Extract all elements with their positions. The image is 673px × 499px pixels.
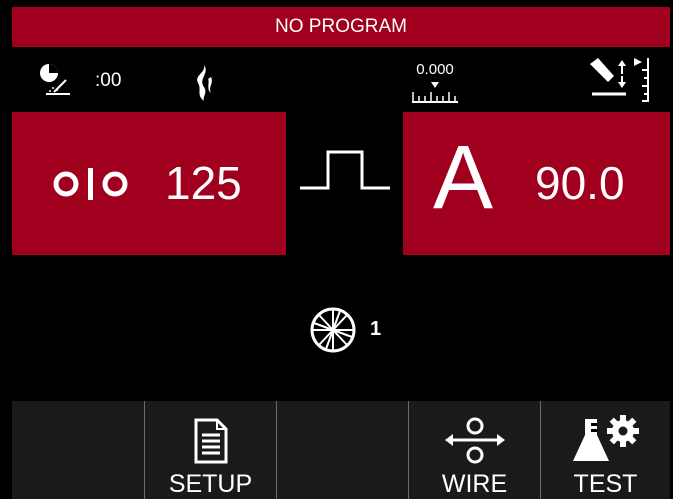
document-icon [193, 417, 229, 465]
wire-feed-speed-panel[interactable]: 125 [12, 112, 286, 255]
test-label: TEST [573, 470, 638, 498]
wire-feed-icon [443, 417, 507, 465]
blank-button-2[interactable] [276, 401, 408, 499]
gauge-value: 0.000 [416, 61, 454, 78]
spool-icon [309, 306, 357, 354]
setup-button[interactable]: SETUP [144, 401, 276, 499]
wire-feed-speed-icon [52, 164, 132, 204]
wire-label: WIRE [441, 470, 508, 498]
setup-label: SETUP [168, 470, 253, 498]
torch-height-icon [586, 56, 658, 104]
flask-gear-icon [571, 415, 641, 465]
amperage-unit: A [433, 128, 494, 228]
amperage-value: 90.0 [535, 157, 625, 209]
wire-feed-speed-value: 125 [165, 157, 242, 209]
blank-button-1[interactable] [12, 401, 144, 499]
pulse-waveform-icon [298, 148, 392, 192]
test-button[interactable]: TEST [540, 401, 670, 499]
arc-timer-icon [36, 62, 72, 98]
program-title: NO PROGRAM [275, 16, 407, 37]
wire-button[interactable]: WIRE [408, 401, 540, 499]
program-title-bar: NO PROGRAM [12, 7, 670, 47]
ruler-gauge-icon [410, 80, 460, 104]
timer-value: :00 [95, 70, 122, 91]
amperage-panel[interactable]: A 90.0 [403, 112, 670, 255]
spool-number: 1 [370, 318, 382, 340]
heat-flame-icon [192, 63, 216, 103]
